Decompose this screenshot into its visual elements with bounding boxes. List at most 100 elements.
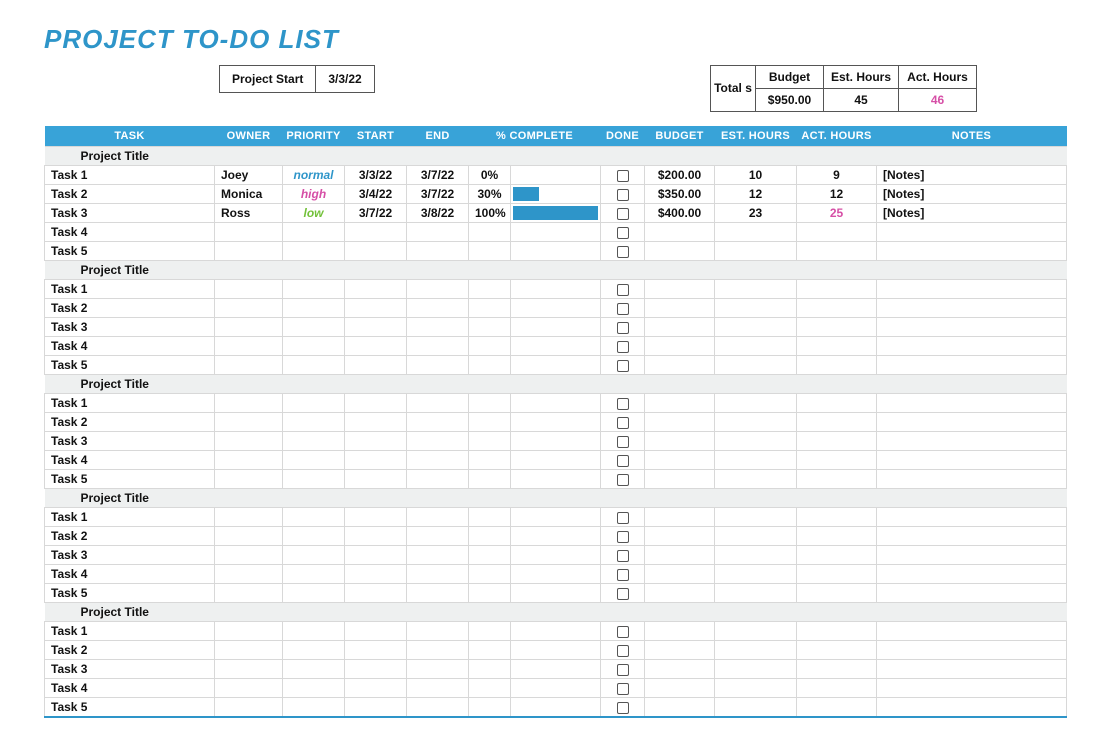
cell-act-hours[interactable] (797, 698, 877, 718)
cell-owner[interactable] (215, 660, 283, 679)
checkbox-icon[interactable] (617, 588, 629, 600)
cell-notes[interactable] (877, 280, 1067, 299)
cell-budget[interactable] (645, 223, 715, 242)
cell-budget[interactable]: $350.00 (645, 185, 715, 204)
cell-task-name[interactable]: Task 1 (45, 280, 215, 299)
cell-done[interactable] (601, 451, 645, 470)
cell-end[interactable] (407, 527, 469, 546)
cell-task-name[interactable]: Task 3 (45, 546, 215, 565)
cell-start[interactable] (345, 413, 407, 432)
cell-budget[interactable] (645, 242, 715, 261)
cell-est-hours[interactable] (715, 299, 797, 318)
cell-budget[interactable] (645, 679, 715, 698)
cell-task-name[interactable]: Task 2 (45, 299, 215, 318)
cell-pct[interactable] (469, 698, 511, 718)
cell-task-name[interactable]: Task 4 (45, 451, 215, 470)
cell-budget[interactable]: $400.00 (645, 204, 715, 223)
cell-end[interactable] (407, 622, 469, 641)
cell-owner[interactable] (215, 451, 283, 470)
project-start-value[interactable]: 3/3/22 (316, 66, 373, 92)
cell-start[interactable] (345, 527, 407, 546)
cell-budget[interactable] (645, 698, 715, 718)
cell-start[interactable] (345, 394, 407, 413)
cell-act-hours[interactable] (797, 679, 877, 698)
cell-end[interactable] (407, 413, 469, 432)
cell-start[interactable] (345, 584, 407, 603)
cell-done[interactable] (601, 166, 645, 185)
cell-start[interactable] (345, 356, 407, 375)
cell-owner[interactable]: Joey (215, 166, 283, 185)
cell-est-hours[interactable] (715, 508, 797, 527)
cell-act-hours[interactable] (797, 508, 877, 527)
cell-start[interactable] (345, 546, 407, 565)
cell-owner[interactable] (215, 622, 283, 641)
checkbox-icon[interactable] (617, 284, 629, 296)
checkbox-icon[interactable] (617, 702, 629, 714)
cell-start[interactable]: 3/7/22 (345, 204, 407, 223)
checkbox-icon[interactable] (617, 436, 629, 448)
cell-priority[interactable] (283, 660, 345, 679)
cell-end[interactable] (407, 660, 469, 679)
cell-act-hours[interactable]: 25 (797, 204, 877, 223)
cell-end[interactable]: 3/7/22 (407, 185, 469, 204)
cell-owner[interactable] (215, 508, 283, 527)
checkbox-icon[interactable] (617, 512, 629, 524)
cell-pct[interactable] (469, 565, 511, 584)
cell-priority[interactable] (283, 698, 345, 718)
section-title[interactable]: Project Title (45, 489, 1067, 508)
cell-owner[interactable] (215, 470, 283, 489)
section-title[interactable]: Project Title (45, 375, 1067, 394)
cell-owner[interactable] (215, 242, 283, 261)
cell-priority[interactable] (283, 508, 345, 527)
cell-notes[interactable] (877, 223, 1067, 242)
cell-task-name[interactable]: Task 5 (45, 356, 215, 375)
cell-owner[interactable] (215, 565, 283, 584)
cell-end[interactable] (407, 470, 469, 489)
cell-owner[interactable] (215, 337, 283, 356)
cell-priority[interactable] (283, 527, 345, 546)
cell-owner[interactable] (215, 223, 283, 242)
cell-pct[interactable] (469, 394, 511, 413)
cell-act-hours[interactable] (797, 451, 877, 470)
cell-task-name[interactable]: Task 4 (45, 679, 215, 698)
cell-act-hours[interactable]: 12 (797, 185, 877, 204)
cell-task-name[interactable]: Task 2 (45, 185, 215, 204)
cell-priority[interactable] (283, 356, 345, 375)
cell-priority[interactable]: high (283, 185, 345, 204)
cell-notes[interactable] (877, 242, 1067, 261)
cell-owner[interactable] (215, 584, 283, 603)
cell-task-name[interactable]: Task 2 (45, 641, 215, 660)
cell-act-hours[interactable] (797, 318, 877, 337)
cell-start[interactable] (345, 508, 407, 527)
cell-notes[interactable] (877, 432, 1067, 451)
cell-pct[interactable] (469, 413, 511, 432)
cell-budget[interactable] (645, 413, 715, 432)
checkbox-icon[interactable] (617, 417, 629, 429)
cell-owner[interactable]: Ross (215, 204, 283, 223)
cell-act-hours[interactable] (797, 356, 877, 375)
checkbox-icon[interactable] (617, 645, 629, 657)
cell-priority[interactable] (283, 432, 345, 451)
cell-end[interactable] (407, 223, 469, 242)
cell-task-name[interactable]: Task 2 (45, 527, 215, 546)
cell-act-hours[interactable] (797, 242, 877, 261)
cell-start[interactable]: 3/3/22 (345, 166, 407, 185)
cell-budget[interactable] (645, 299, 715, 318)
cell-act-hours[interactable] (797, 584, 877, 603)
cell-notes[interactable] (877, 299, 1067, 318)
cell-notes[interactable]: [Notes] (877, 166, 1067, 185)
cell-pct[interactable] (469, 508, 511, 527)
cell-done[interactable] (601, 299, 645, 318)
cell-notes[interactable] (877, 356, 1067, 375)
cell-done[interactable] (601, 508, 645, 527)
cell-budget[interactable] (645, 451, 715, 470)
cell-budget[interactable]: $200.00 (645, 166, 715, 185)
cell-task-name[interactable]: Task 1 (45, 508, 215, 527)
cell-start[interactable] (345, 280, 407, 299)
cell-est-hours[interactable] (715, 413, 797, 432)
cell-owner[interactable] (215, 698, 283, 718)
cell-owner[interactable] (215, 318, 283, 337)
cell-act-hours[interactable] (797, 394, 877, 413)
cell-est-hours[interactable] (715, 394, 797, 413)
cell-pct[interactable] (469, 242, 511, 261)
